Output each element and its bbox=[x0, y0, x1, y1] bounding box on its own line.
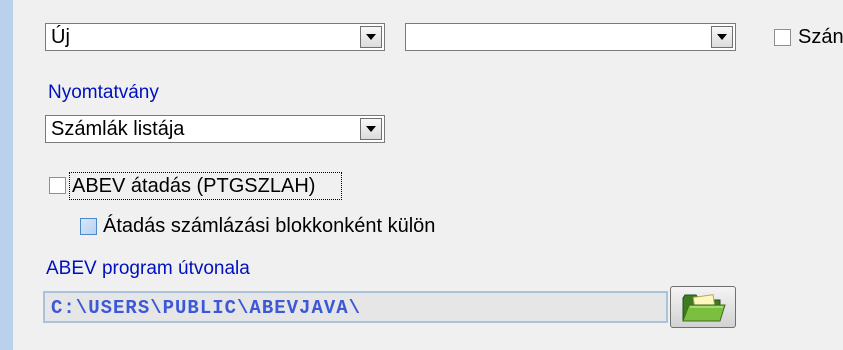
browse-folder-button[interactable] bbox=[670, 286, 736, 328]
per-block-transfer-checkbox[interactable] bbox=[80, 218, 97, 235]
left-panel-strip bbox=[0, 0, 13, 350]
top-combo-1[interactable]: Új bbox=[45, 23, 385, 51]
top-combo-1-value: Új bbox=[51, 26, 70, 48]
form-combo-dropdown-button[interactable] bbox=[360, 118, 382, 140]
per-block-transfer-label[interactable]: Átadás számlázási blokkonként külön bbox=[103, 215, 435, 237]
abev-transfer-label[interactable]: ABEV átadás (PTGSZLAH) bbox=[72, 175, 315, 197]
top-checkbox-label: Szán bbox=[798, 26, 843, 48]
top-checkbox[interactable] bbox=[774, 29, 791, 46]
top-combo-1-dropdown-button[interactable] bbox=[360, 26, 382, 48]
abev-path-input[interactable]: C:\USERS\PUBLIC\ABEVJAVA\ bbox=[43, 291, 668, 323]
folder-open-icon bbox=[682, 294, 726, 322]
form-combo[interactable]: Számlák listája bbox=[45, 115, 385, 143]
abev-path-value: C:\USERS\PUBLIC\ABEVJAVA\ bbox=[51, 297, 362, 319]
top-combo-2-dropdown-button[interactable] bbox=[711, 26, 733, 48]
chevron-down-icon bbox=[717, 34, 727, 40]
abev-path-label: ABEV program útvonala bbox=[46, 258, 250, 279]
form-combo-value: Számlák listája bbox=[51, 118, 185, 140]
top-combo-2[interactable] bbox=[405, 23, 736, 51]
chevron-down-icon bbox=[366, 34, 376, 40]
chevron-down-icon bbox=[366, 126, 376, 132]
abev-transfer-checkbox[interactable] bbox=[49, 177, 66, 194]
form-section-label: Nyomtatvány bbox=[48, 82, 159, 103]
